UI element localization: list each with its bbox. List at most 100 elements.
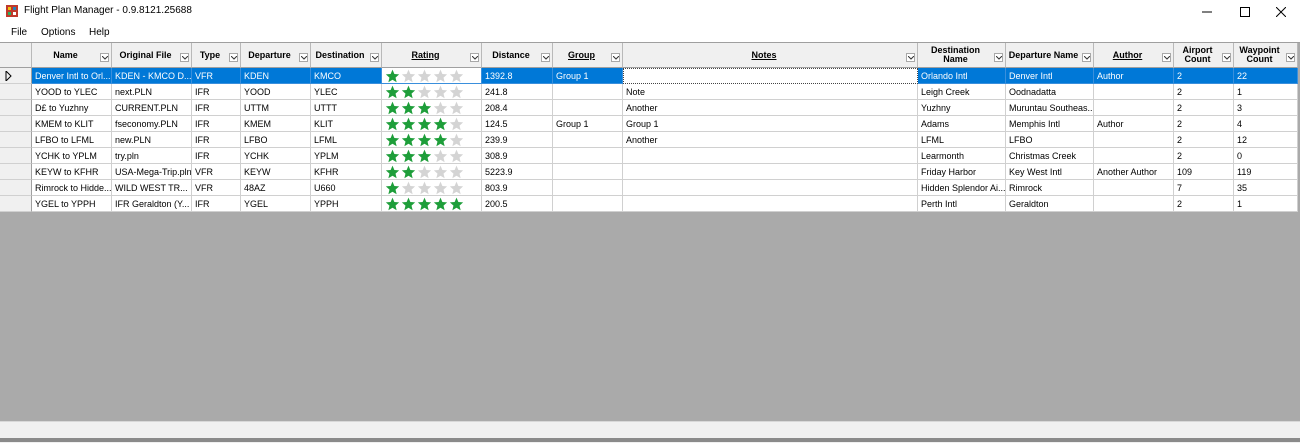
cell-departure-name[interactable]: Christmas Creek <box>1006 148 1094 164</box>
cell-departure[interactable]: LFBO <box>241 132 311 148</box>
cell-waypoint-count[interactable]: 0 <box>1234 148 1298 164</box>
cell-type[interactable]: IFR <box>192 196 241 212</box>
star-rating[interactable] <box>384 84 481 99</box>
cell-group[interactable] <box>553 164 623 180</box>
row-header[interactable] <box>0 148 32 164</box>
row-header[interactable] <box>0 100 32 116</box>
cell-destination[interactable]: U660 <box>311 180 382 196</box>
star-rating[interactable] <box>384 116 481 131</box>
cell-type[interactable]: VFR <box>192 68 241 84</box>
filter-dropdown-icon[interactable] <box>370 53 379 62</box>
cell-group[interactable] <box>553 84 623 100</box>
cell-original-file[interactable]: IFR Geraldton (Y... <box>112 196 192 212</box>
cell-waypoint-count[interactable]: 119 <box>1234 164 1298 180</box>
cell-author[interactable] <box>1094 84 1174 100</box>
cell-author[interactable]: Another Author <box>1094 164 1174 180</box>
cell-airport-count[interactable]: 7 <box>1174 180 1234 196</box>
cell-rating[interactable] <box>382 196 482 212</box>
filter-dropdown-icon[interactable] <box>541 53 550 62</box>
cell-airport-count[interactable]: 109 <box>1174 164 1234 180</box>
star-rating[interactable] <box>384 68 481 83</box>
cell-destination[interactable]: KMCO <box>311 68 382 84</box>
cell-departure[interactable]: YOOD <box>241 84 311 100</box>
cell-original-file[interactable]: new.PLN <box>112 132 192 148</box>
cell-waypoint-count[interactable]: 1 <box>1234 84 1298 100</box>
cell-destination[interactable]: LFML <box>311 132 382 148</box>
cell-destination[interactable]: KFHR <box>311 164 382 180</box>
cell-original-file[interactable]: try.pln <box>112 148 192 164</box>
cell-group[interactable] <box>553 148 623 164</box>
cell-type[interactable]: IFR <box>192 116 241 132</box>
cell-departure-name[interactable]: Geraldton <box>1006 196 1094 212</box>
cell-airport-count[interactable]: 2 <box>1174 148 1234 164</box>
row-header[interactable] <box>0 84 32 100</box>
cell-departure-name[interactable]: Memphis Intl <box>1006 116 1094 132</box>
filter-dropdown-icon[interactable] <box>611 53 620 62</box>
column-header-airport-count[interactable]: Airport Count <box>1174 43 1234 68</box>
cell-notes[interactable] <box>623 196 918 212</box>
cell-name[interactable]: Rimrock to Hidde... <box>32 180 112 196</box>
star-rating[interactable] <box>384 148 481 163</box>
cell-destination-name[interactable]: Perth Intl <box>918 196 1006 212</box>
cell-departure[interactable]: 48AZ <box>241 180 311 196</box>
cell-original-file[interactable]: next.PLN <box>112 84 192 100</box>
row-header[interactable] <box>0 164 32 180</box>
cell-group[interactable]: Group 1 <box>553 68 623 84</box>
cell-original-file[interactable]: fseconomy.PLN <box>112 116 192 132</box>
cell-notes[interactable]: Group 1 <box>623 116 918 132</box>
cell-rating[interactable] <box>382 100 482 116</box>
cell-distance[interactable]: 239.9 <box>482 132 553 148</box>
cell-distance[interactable]: 1392.8 <box>482 68 553 84</box>
cell-notes[interactable] <box>623 180 918 196</box>
cell-distance[interactable]: 200.5 <box>482 196 553 212</box>
cell-group[interactable] <box>553 196 623 212</box>
column-header-name[interactable]: Name <box>32 43 112 68</box>
cell-notes[interactable] <box>623 148 918 164</box>
star-rating[interactable] <box>384 132 481 147</box>
cell-distance[interactable]: 803.9 <box>482 180 553 196</box>
cell-author[interactable]: Author <box>1094 116 1174 132</box>
cell-distance[interactable]: 5223.9 <box>482 164 553 180</box>
filter-dropdown-icon[interactable] <box>100 53 109 62</box>
cell-waypoint-count[interactable]: 12 <box>1234 132 1298 148</box>
cell-name[interactable]: D£ to Yuzhny <box>32 100 112 116</box>
cell-departure[interactable]: YCHK <box>241 148 311 164</box>
column-header-waypoint-count[interactable]: Waypoint Count <box>1234 43 1298 68</box>
cell-destination-name[interactable]: Adams <box>918 116 1006 132</box>
cell-departure[interactable]: KDEN <box>241 68 311 84</box>
cell-destination-name[interactable]: Yuzhny <box>918 100 1006 116</box>
cell-author[interactable] <box>1094 132 1174 148</box>
cell-airport-count[interactable]: 2 <box>1174 116 1234 132</box>
cell-original-file[interactable]: KDEN - KMCO D... <box>112 68 192 84</box>
column-header-original-file[interactable]: Original File <box>112 43 192 68</box>
cell-destination[interactable]: UTTT <box>311 100 382 116</box>
cell-departure-name[interactable]: Denver Intl <box>1006 68 1094 84</box>
cell-rating[interactable] <box>382 132 482 148</box>
filter-dropdown-icon[interactable] <box>1222 53 1231 62</box>
cell-waypoint-count[interactable]: 4 <box>1234 116 1298 132</box>
cell-name[interactable]: KEYW to KFHR <box>32 164 112 180</box>
flight-plan-grid[interactable]: Name Original File Type Departure Destinatio… <box>0 42 1300 422</box>
cell-departure[interactable]: KEYW <box>241 164 311 180</box>
filter-dropdown-icon[interactable] <box>1286 53 1295 62</box>
cell-type[interactable]: IFR <box>192 132 241 148</box>
column-header-destination-name[interactable]: Destination Name <box>918 43 1006 68</box>
row-header-corner[interactable] <box>0 43 32 68</box>
cell-group[interactable] <box>553 100 623 116</box>
cell-name[interactable]: YCHK to YPLM <box>32 148 112 164</box>
cell-name[interactable]: LFBO to LFML <box>32 132 112 148</box>
cell-group[interactable] <box>553 132 623 148</box>
cell-rating[interactable] <box>382 116 482 132</box>
cell-group[interactable]: Group 1 <box>553 116 623 132</box>
column-header-departure[interactable]: Departure <box>241 43 311 68</box>
cell-departure-name[interactable]: Rimrock <box>1006 180 1094 196</box>
cell-waypoint-count[interactable]: 3 <box>1234 100 1298 116</box>
cell-original-file[interactable]: USA-Mega-Trip.pln <box>112 164 192 180</box>
cell-destination[interactable]: YPPH <box>311 196 382 212</box>
cell-notes[interactable]: Another <box>623 132 918 148</box>
cell-author[interactable] <box>1094 196 1174 212</box>
cell-distance[interactable]: 124.5 <box>482 116 553 132</box>
column-header-distance[interactable]: Distance <box>482 43 553 68</box>
cell-departure[interactable]: YGEL <box>241 196 311 212</box>
row-header[interactable] <box>0 132 32 148</box>
